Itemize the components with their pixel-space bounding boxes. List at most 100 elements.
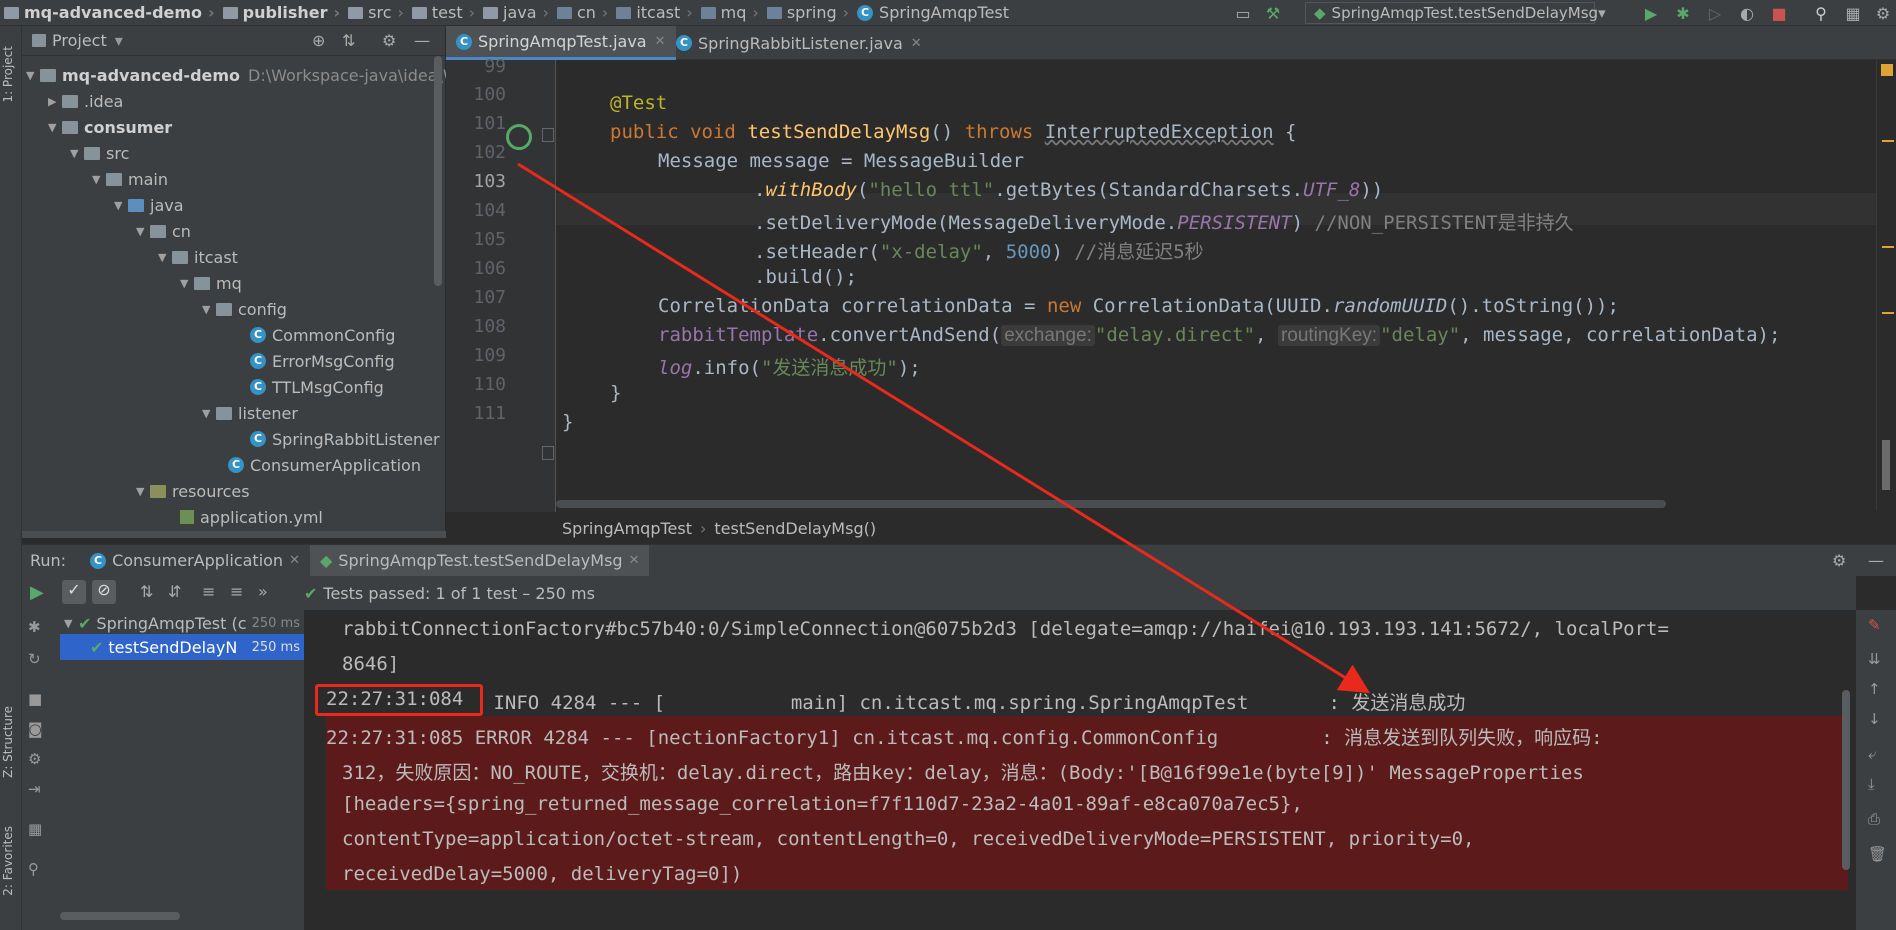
- test-suite-row[interactable]: ▼ ✔ SpringAmqpTest (c 250 ms: [64, 610, 304, 636]
- tree-item[interactable]: ▼ consumer: [48, 114, 172, 140]
- collapse-all-icon[interactable]: ≡: [230, 582, 243, 601]
- run-test-gutter-icon[interactable]: [506, 124, 532, 150]
- tree-item[interactable]: C ConsumerApplication: [228, 452, 421, 478]
- breadcrumb-item[interactable]: itcast ›: [612, 3, 696, 22]
- camera-icon[interactable]: ◙: [28, 720, 43, 738]
- tree-item[interactable]: C ErrorMsgConfig: [250, 348, 395, 374]
- more-icon[interactable]: »: [258, 582, 268, 601]
- breadcrumb-item[interactable]: src ›: [344, 3, 408, 22]
- close-icon[interactable]: ✕: [289, 553, 300, 568]
- horizontal-scrollbar[interactable]: [22, 531, 446, 538]
- tree-item[interactable]: ▼ mq: [180, 270, 242, 296]
- gear-icon[interactable]: ⚙: [382, 31, 396, 50]
- layout-icon[interactable]: ▭: [1232, 2, 1254, 24]
- soft-wrap-icon[interactable]: ⤶: [1868, 745, 1876, 763]
- breadcrumb-class[interactable]: SpringAmqpTest: [562, 519, 692, 538]
- scrollbar[interactable]: [1882, 440, 1890, 490]
- rerun-icon[interactable]: ▶: [30, 582, 44, 603]
- clear-icon[interactable]: ✎: [1868, 616, 1881, 634]
- run-configuration-selector[interactable]: ◆ SpringAmqpTest.testSendDelayMsg ▾: [1305, 2, 1606, 24]
- breadcrumb-method[interactable]: testSendDelayMsg(): [714, 519, 876, 538]
- breadcrumb-item[interactable]: publisher ›: [219, 3, 345, 22]
- tool-window-structure[interactable]: Z: Structure: [1, 706, 15, 778]
- fold-icon[interactable]: [542, 446, 554, 460]
- warning-marker[interactable]: [1881, 64, 1893, 76]
- trash-icon[interactable]: 🗑: [1868, 845, 1887, 863]
- down-icon[interactable]: ↓: [1868, 710, 1881, 728]
- tool-window-project[interactable]: 1: Project: [1, 46, 15, 103]
- warning-marker[interactable]: [1882, 246, 1894, 248]
- stop-icon[interactable]: ■: [28, 690, 42, 708]
- tab-springamqptest[interactable]: C SpringAmqpTest.java ✕: [446, 26, 676, 60]
- scroll-end-icon[interactable]: ⇊: [1868, 650, 1881, 668]
- close-icon[interactable]: ✕: [655, 34, 666, 49]
- sort-alpha-icon[interactable]: ⇅: [140, 582, 153, 601]
- tree-item[interactable]: ▼ java: [114, 192, 184, 218]
- gear-icon[interactable]: ⚙: [28, 750, 41, 768]
- breadcrumb-item[interactable]: mq-advanced-demo ›: [0, 3, 219, 22]
- tree-item[interactable]: ▼ config: [202, 296, 287, 322]
- tree-item[interactable]: ▼ listener: [202, 400, 298, 426]
- tree-item[interactable]: application.yml: [180, 504, 323, 530]
- tree-item[interactable]: C TTLMsgConfig: [250, 374, 384, 400]
- tree-item[interactable]: ▼ itcast: [158, 244, 238, 270]
- tree-item[interactable]: ▼ main: [92, 166, 168, 192]
- code-editor[interactable]: @Test public void testSendDelayMsg() thr…: [556, 60, 1876, 512]
- tree-item[interactable]: C SpringRabbitListener: [250, 426, 440, 452]
- debug-icon[interactable]: ✱: [28, 618, 41, 636]
- tree-item[interactable]: C CommonConfig: [250, 322, 395, 348]
- tree-item[interactable]: ▼ src: [70, 140, 129, 166]
- tree-item[interactable]: ▼ resources: [136, 478, 250, 504]
- login-icon[interactable]: ⇥: [28, 780, 41, 798]
- show-ignored-icon[interactable]: ⊘: [92, 580, 116, 604]
- fold-icon[interactable]: [542, 128, 554, 142]
- breadcrumb-item[interactable]: test ›: [408, 3, 479, 22]
- expand-all-icon[interactable]: ≡: [202, 582, 215, 601]
- breadcrumb-item[interactable]: java ›: [479, 3, 553, 22]
- tree-item[interactable]: ▶ .idea: [48, 88, 123, 114]
- gear-icon[interactable]: ⚙: [1832, 551, 1846, 570]
- profile-icon[interactable]: ◐: [1736, 2, 1758, 24]
- horizontal-scrollbar[interactable]: [556, 500, 1666, 508]
- project-structure-icon[interactable]: ▦: [1842, 2, 1864, 24]
- close-icon[interactable]: ✕: [911, 36, 922, 51]
- settings-icon[interactable]: ⚙: [1872, 2, 1894, 24]
- console-scrollbar[interactable]: [1842, 690, 1850, 870]
- tab-springamqptest-run[interactable]: ◆ SpringAmqpTest.testSendDelayMsg ✕: [309, 544, 650, 577]
- tree-item[interactable]: ▼ cn: [136, 218, 191, 244]
- debug-icon[interactable]: ✱: [1672, 2, 1694, 24]
- tool-window-favorites[interactable]: 2: Favorites: [1, 826, 15, 896]
- show-passed-icon[interactable]: ✓: [62, 580, 86, 604]
- stop-icon[interactable]: ■: [1768, 2, 1790, 24]
- hide-icon[interactable]: —: [1868, 551, 1884, 570]
- scroll-to-end-icon[interactable]: ⤓: [1868, 775, 1875, 793]
- run-icon[interactable]: ▶: [1640, 2, 1662, 24]
- breadcrumb-item[interactable]: C SpringAmqpTest: [853, 3, 1013, 22]
- close-icon[interactable]: ✕: [629, 553, 640, 568]
- rerun-failed-icon[interactable]: ↻: [28, 650, 41, 668]
- up-icon[interactable]: ↑: [1868, 680, 1881, 698]
- horizontal-scrollbar[interactable]: [60, 912, 180, 920]
- hide-icon[interactable]: —: [414, 31, 430, 50]
- breadcrumb-item[interactable]: cn ›: [553, 3, 612, 22]
- tree-item-root[interactable]: ▼ mq-advanced-demo D:\Workspace-java\idea\…: [26, 62, 474, 88]
- print-icon[interactable]: ⎙: [1868, 810, 1880, 828]
- breadcrumb-item[interactable]: spring ›: [763, 3, 853, 22]
- layout-icon[interactable]: ▦: [28, 820, 42, 838]
- test-case-row[interactable]: ✔ testSendDelayN 250 ms: [60, 634, 304, 660]
- warning-marker[interactable]: [1882, 140, 1894, 142]
- chevron-down-icon[interactable]: ▾: [115, 31, 123, 50]
- build-hammer-icon[interactable]: ⚒: [1262, 2, 1284, 24]
- pin-icon[interactable]: ⚲: [28, 860, 39, 878]
- tab-springrabbitlistener[interactable]: C SpringRabbitListener.java ✕: [666, 26, 932, 60]
- sort-duration-icon[interactable]: ⇵: [168, 582, 181, 601]
- search-icon[interactable]: ⚲: [1810, 2, 1832, 24]
- breadcrumb-item[interactable]: mq ›: [697, 3, 763, 22]
- collapse-icon[interactable]: ⇅: [342, 31, 355, 50]
- tab-consumer-application[interactable]: C ConsumerApplication ✕: [80, 545, 310, 577]
- coverage-icon[interactable]: ▷: [1704, 2, 1726, 24]
- project-panel-title[interactable]: Project: [52, 31, 107, 50]
- warning-marker[interactable]: [1882, 312, 1894, 314]
- scrollbar[interactable]: [434, 56, 442, 286]
- locate-icon[interactable]: ⊕: [312, 31, 325, 50]
